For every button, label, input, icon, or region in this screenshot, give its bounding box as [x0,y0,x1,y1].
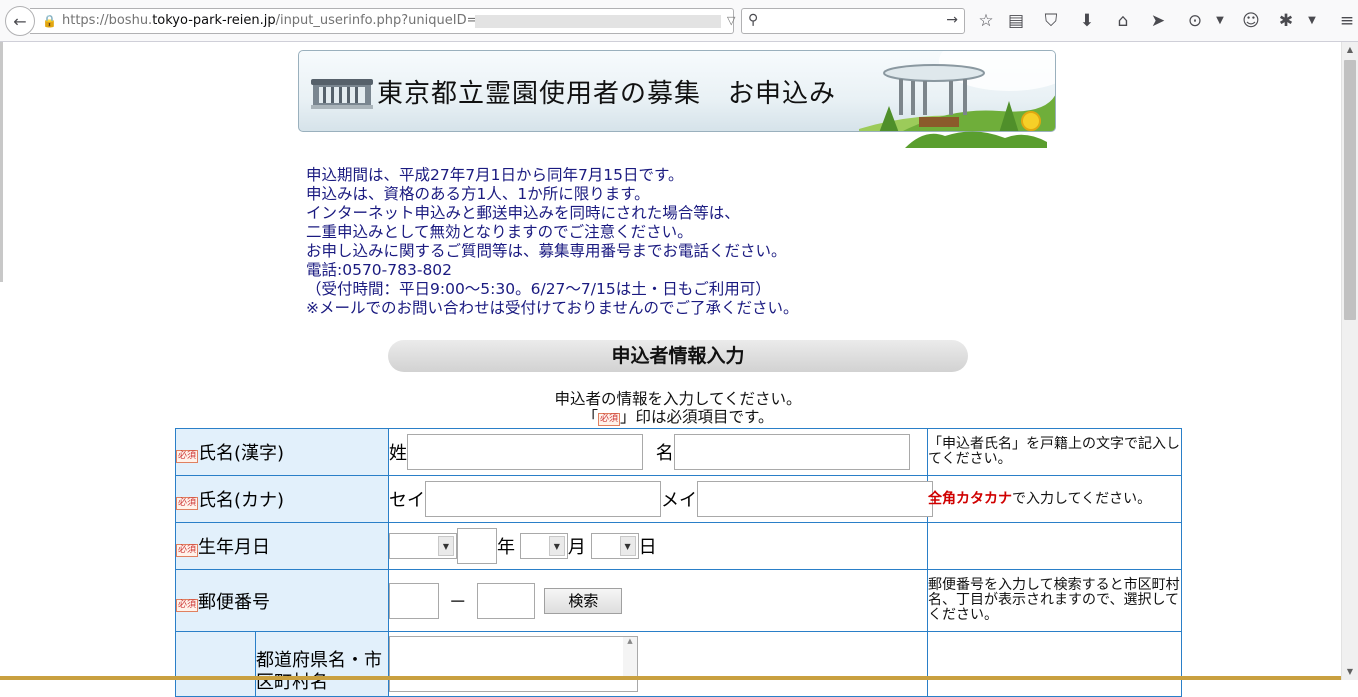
form-note: 全角カタカナで入力してください。 [927,475,1182,523]
form-label: 都道府県名・市区町村名 [255,631,389,697]
notice-line: 二重申込みとして無効となりますのでご注意ください。 [306,223,693,241]
back-button[interactable]: ← [5,6,35,36]
screenshot-dropdown-icon[interactable]: ▼ [1206,7,1234,35]
field-label: メイ [661,490,697,511]
reading-list-icon[interactable]: ▤ [1002,7,1030,35]
url-bar[interactable]: 🔒 https://boshu.tokyo-park-reien.jp/inpu… [30,8,755,34]
sei-kanji-input[interactable] [407,434,643,470]
form-note [927,522,1182,570]
form-field: ▼ 年 ▼ 月 ▼ 日 [388,522,928,570]
required-badge: 必須 [176,450,199,463]
notice-line: お申し込みに関するご質問等は、募集専用番号までお電話ください。 [306,242,787,260]
notice-text: 申込期間は、平成27年7月1日から同年7月15日です。 申込みは、資格のある方1… [306,166,946,318]
instruction-line: 申込者の情報を入力してください。 [554,390,802,408]
form-note: 郵便番号を入力して検索すると市区町村名、丁目が表示されますので、選択してください… [927,569,1182,632]
required-badge: 必須 [598,413,621,426]
scroll-thumb[interactable] [1344,60,1356,320]
sei-kana-input[interactable] [425,481,661,517]
banner-greenery-image [905,131,1047,148]
unit-label: 月 [567,537,586,558]
hamburger-menu-icon[interactable]: ≡ [1333,7,1358,35]
field-label: 名 [655,443,674,464]
form-field: ▲ [388,631,928,697]
redacted-id [475,15,721,28]
scroll-down-arrow-icon[interactable]: ▼ [1342,664,1358,680]
chevron-down-icon: ▼ [619,536,636,556]
stadium-icon [311,79,373,109]
chevron-down-icon: ▼ [438,536,454,556]
search-icon: ⚲ [748,12,759,28]
postal-separator: － [448,591,467,613]
postal-code-part1-input[interactable] [389,582,439,619]
park-scenery-image [859,51,1055,131]
url-text[interactable]: https://boshu.tokyo-park-reien.jp/input_… [62,9,478,33]
banner-title: 東京都立霊園使用者の募集 お申込み [377,79,837,109]
form-label: 必須 生年月日 [175,522,389,570]
form-row-name-kana: 必須 氏名(カナ) セイ メイ 全角カタカナで入力してください。 [175,475,1182,523]
notice-line: 申込期間は、平成27年7月1日から同年7月15日です。 [306,166,684,184]
form-row-address: 都道府県名・市区町村名 ▲ [175,631,1182,697]
pocket-icon[interactable]: ⛉ [1037,7,1065,35]
form-field: セイ メイ [388,475,933,523]
download-icon[interactable]: ⬇ [1073,7,1101,35]
list-scrollbar[interactable]: ▲ [623,637,637,679]
chevron-down-icon: ▼ [548,536,565,556]
notice-line: インターネット申込みと郵送申込みを同時にされた場合等は、 [306,204,740,222]
unit-label: 日 [638,537,657,558]
screenshot-icon[interactable]: ⊙ [1181,7,1209,35]
postal-code-part2-input[interactable] [476,582,535,619]
unit-label: 年 [497,537,515,558]
emphasis-text: 全角カタカナ [928,490,1012,507]
form-note: 「申込者氏名」を戸籍上の文字で記入してください。 [927,428,1182,476]
form-label: 必須 氏名(漢字) [175,428,389,476]
form-field: － 検索 [388,569,928,632]
extension-dropdown-icon[interactable]: ▼ [1298,7,1326,35]
address-select-list[interactable]: ▲ [389,636,638,692]
required-badge: 必須 [176,544,199,557]
postal-search-button[interactable]: 検索 [544,587,623,614]
window-edge [0,42,3,282]
notice-line: （受付時間：平日9:00〜5:30。6/27〜7/15は土・日もご利用可） [306,280,771,298]
browser-toolbar: 🔒 https://boshu.tokyo-park-reien.jp/inpu… [0,0,1358,42]
required-badge: 必須 [176,497,199,510]
birth-day-select[interactable]: ▼ [590,533,639,559]
url-history-dropdown-icon[interactable]: ▽ [727,9,735,33]
required-badge: 必須 [176,598,199,612]
lock-icon[interactable]: 🔒 [42,9,57,33]
feedback-smiley-icon[interactable]: ☺ [1237,7,1265,35]
form-instructions: 申込者の情報を入力してください。 「必須 」印は必須項目です。 [388,390,968,426]
send-icon[interactable]: ➤ [1144,7,1172,35]
form-row-birthdate: 必須 生年月日 ▼ 年 ▼ 月 ▼ 日 [175,522,1182,570]
instruction-line: 「必須 」印は必須項目です。 [582,408,774,426]
birth-year-input[interactable] [457,528,497,564]
notice-line: 申込みは、資格のある方1人、1か所に限ります。 [306,185,650,203]
home-icon[interactable]: ⌂ [1109,7,1137,35]
era-select[interactable]: ▼ [389,533,457,559]
form-field: 姓 名 [388,428,928,476]
form-label-spacer [175,631,256,697]
mei-kana-input[interactable] [697,481,933,517]
birth-month-select[interactable]: ▼ [519,533,568,559]
field-label: 姓 [389,443,407,464]
bookmark-star-icon[interactable]: ☆ [972,7,1000,35]
search-bar[interactable]: ⚲ → [741,8,965,34]
applicant-form-table: 必須 氏名(漢字) 姓 名 「申込者氏名」を戸籍上の文字で記入してください。 必須… [175,428,1182,697]
scroll-up-arrow-icon[interactable]: ▲ [1342,42,1358,58]
page-banner: 東京都立霊園使用者の募集 お申込み [298,50,1056,132]
form-row-name-kanji: 必須 氏名(漢字) 姓 名 「申込者氏名」を戸籍上の文字で記入してください。 [175,428,1182,476]
extension-icon[interactable]: ✱ [1272,7,1300,35]
form-row-postal: 必須 郵便番号 － 検索 郵便番号を入力して検索すると市区町村名、丁目が表示されま… [175,569,1182,632]
notice-line: ※メールでのお問い合わせは受付けておりませんのでご了承ください。 [306,299,799,317]
form-note [927,631,1182,697]
notice-line: 電話:0570-783-802 [306,261,453,279]
search-go-icon[interactable]: → [946,12,958,28]
field-label: セイ [389,490,425,511]
mei-kanji-input[interactable] [673,434,910,470]
back-arrow-icon: ← [13,11,27,31]
section-title: 申込者情報入力 [388,340,968,372]
form-label: 必須 氏名(カナ) [175,475,389,523]
form-label: 必須 郵便番号 [175,569,389,632]
taskbar-edge [0,676,1341,680]
page-scrollbar[interactable]: ▲ ▼ [1341,42,1358,680]
